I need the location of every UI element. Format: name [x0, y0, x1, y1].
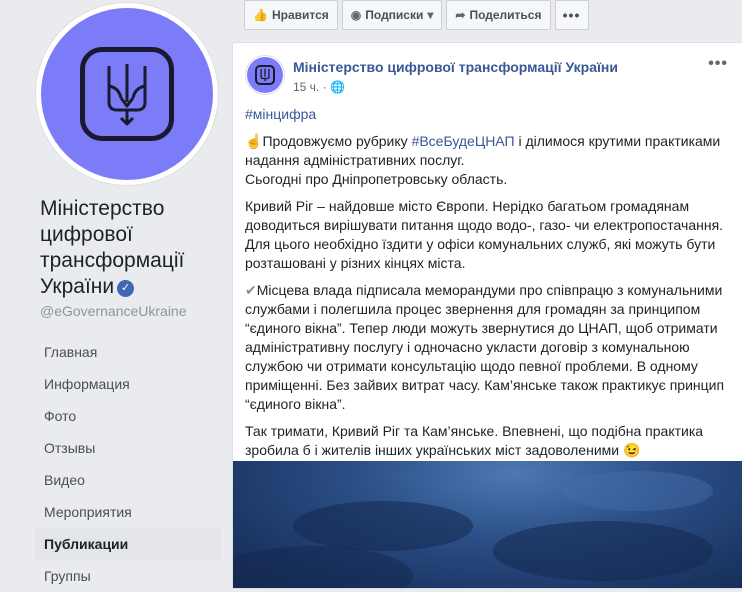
more-options-button[interactable]: •••: [554, 0, 589, 30]
hashtag-link[interactable]: #мінцифра: [245, 106, 316, 122]
checkmark-emoji: ✔: [245, 282, 257, 298]
page-title-text[interactable]: Міністерство цифрової трансформації Укра…: [40, 197, 184, 298]
follow-label: Подписки: [365, 8, 424, 22]
globe-icon: 🌐: [329, 80, 345, 94]
nav-item-photos[interactable]: Фото: [35, 400, 221, 432]
nav-item-events[interactable]: Мероприятия: [35, 496, 221, 528]
rss-icon: ◉: [350, 8, 362, 22]
paragraph-2: Кривий Ріг – найдовше місто Європи. Нері…: [245, 198, 724, 271]
post-card: Міністерство цифрової трансформації Укра…: [232, 42, 742, 589]
like-button[interactable]: 👍 Нравится: [244, 0, 338, 30]
paragraph-3: Місцева влада підписала меморандуми про …: [245, 282, 725, 412]
nav-item-reviews[interactable]: Отзывы: [35, 432, 221, 464]
pointing-finger-emoji: ☝: [245, 133, 263, 149]
nav-item-videos[interactable]: Видео: [35, 464, 221, 496]
trident-icon: [107, 64, 147, 126]
trident-logo: [80, 47, 174, 141]
paragraph-1c: Сьогодні про Дніпропетровську область.: [245, 171, 508, 187]
page-title[interactable]: Міністерство цифрової трансформації Укра…: [40, 196, 210, 300]
post-meta: 15 ч. · 🌐: [293, 80, 345, 94]
post-author-name[interactable]: Міністерство цифрової трансформації Укра…: [293, 59, 618, 75]
left-sidebar: Міністерство цифрової трансформації Укра…: [0, 0, 232, 589]
chevron-down-icon: ▾: [427, 8, 434, 22]
page-handle[interactable]: @eGovernanceUkraine: [40, 303, 187, 319]
post-options-button[interactable]: •••: [708, 55, 728, 73]
share-arrow-icon: ➦: [455, 8, 466, 22]
wink-emoji: 😉: [622, 442, 641, 458]
post-text: #мінцифра ☝Продовжуємо рубрику #ВсеБудеЦ…: [245, 105, 735, 468]
post-author-avatar[interactable]: [245, 55, 285, 95]
nav-item-groups[interactable]: Группы: [35, 560, 221, 592]
verified-check-icon: ✓: [117, 280, 135, 297]
thumbs-up-icon: 👍: [253, 8, 268, 22]
avatar-circle: [41, 8, 213, 180]
trident-icon: [260, 68, 270, 82]
nav-item-posts[interactable]: Публикации: [35, 528, 221, 560]
page-action-bar: 👍 Нравится ◉ Подписки ▾ ➦ Поделиться •••: [244, 0, 593, 30]
trident-logo: [255, 65, 275, 85]
like-label: Нравится: [271, 8, 329, 22]
hashtag-link-2[interactable]: #ВсеБудеЦНАП: [412, 133, 515, 149]
post-timestamp[interactable]: 15 ч.: [293, 80, 319, 94]
follow-button[interactable]: ◉ Подписки ▾: [341, 0, 443, 30]
post-image[interactable]: [233, 461, 742, 588]
page-avatar[interactable]: [35, 2, 219, 186]
nav-item-home[interactable]: Главная: [35, 336, 221, 368]
avatar-circle: [247, 57, 283, 93]
paragraph-1a: Продовжуємо рубрику: [262, 133, 412, 149]
share-label: Поделиться: [469, 8, 542, 22]
share-button[interactable]: ➦ Поделиться: [446, 0, 551, 30]
nav-item-about[interactable]: Информация: [35, 368, 221, 400]
page-nav: Главная Информация Фото Отзывы Видео Мер…: [35, 336, 221, 592]
